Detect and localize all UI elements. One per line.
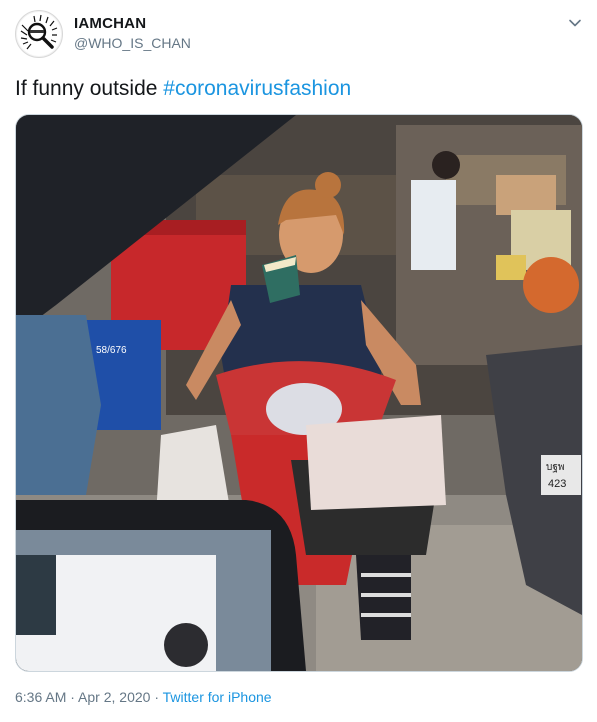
- magnifier-logo-icon: [17, 12, 61, 56]
- tweet-source-link[interactable]: Twitter for iPhone: [163, 689, 272, 705]
- sign-text: 58/676: [96, 345, 127, 356]
- tweet-photo[interactable]: 58/676 บฐพ 423: [15, 114, 583, 672]
- avatar[interactable]: [15, 10, 63, 58]
- plate-line-1: บฐพ: [546, 462, 564, 473]
- photo-illustration: 58/676 บฐพ 423: [16, 115, 582, 671]
- tweet-text: If funny outside #coronavirusfashion: [15, 77, 351, 101]
- tweet-card: IAMCHAN @WHO_IS_CHAN If funny outside #c…: [0, 0, 597, 722]
- hashtag-link[interactable]: #coronavirusfashion: [163, 77, 351, 100]
- chevron-down-icon[interactable]: [566, 14, 584, 32]
- plate-line-2: 423: [548, 478, 566, 490]
- author-name[interactable]: IAMCHAN: [74, 15, 146, 32]
- meta-separator-2: ·: [150, 689, 163, 705]
- tweet-date[interactable]: Apr 2, 2020: [78, 689, 150, 705]
- tweet-text-body: If funny outside: [15, 77, 164, 100]
- tweet-meta: 6:36 AM · Apr 2, 2020 · Twitter for iPho…: [15, 689, 272, 705]
- meta-separator-1: ·: [66, 689, 79, 705]
- author-handle[interactable]: @WHO_IS_CHAN: [74, 35, 191, 51]
- tweet-time[interactable]: 6:36 AM: [15, 689, 66, 705]
